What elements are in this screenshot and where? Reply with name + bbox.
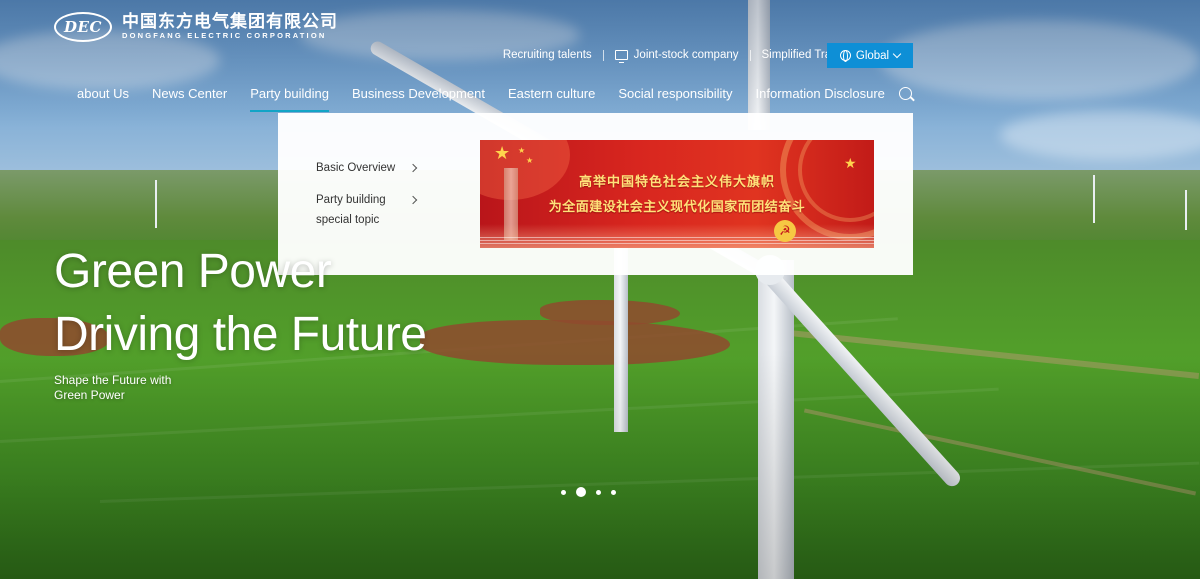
carousel-dot[interactable] xyxy=(596,489,601,495)
banner-stripes xyxy=(480,236,874,244)
dropdown-item-basic-overview[interactable]: Basic Overview xyxy=(316,158,395,178)
carousel-dot[interactable] xyxy=(611,489,616,495)
search-icon[interactable] xyxy=(899,87,912,100)
chevron-down-icon xyxy=(892,49,902,59)
nav-business-development[interactable]: Business Development xyxy=(352,86,485,112)
nav-news-center[interactable]: News Center xyxy=(152,86,227,112)
banner-slogan-line1: 高举中国特色社会主义伟大旗帜 xyxy=(578,175,775,190)
global-button[interactable]: Global xyxy=(827,43,913,68)
company-name-en: DONGFANG ELECTRIC CORPORATION xyxy=(122,31,327,40)
recruiting-link[interactable]: Recruiting talents xyxy=(503,49,592,61)
company-name-cn: 中国东方电气集团有限公司 xyxy=(122,12,338,31)
joint-stock-link[interactable]: Joint-stock company xyxy=(614,49,739,63)
company-logo[interactable]: DEC 中国东方电气集团有限公司 DONGFANG ELECTRIC CORPO… xyxy=(54,12,338,42)
hero-subtitle-line1: Shape the Future with xyxy=(54,373,172,387)
dropdown-item-label: special topic xyxy=(316,214,380,226)
star-icon: ★ xyxy=(518,146,526,155)
dropdown-item-party-building-special-topic[interactable]: Party building special topic xyxy=(316,190,386,230)
carousel-dot-active[interactable] xyxy=(576,487,586,497)
star-icon: ★ xyxy=(844,155,857,171)
globe-icon xyxy=(839,50,851,62)
nav-social-responsibility[interactable]: Social responsibility xyxy=(618,86,732,112)
nav-party-building[interactable]: Party building xyxy=(250,86,329,112)
nav-eastern-culture[interactable]: Eastern culture xyxy=(508,86,595,112)
chevron-right-icon xyxy=(408,163,418,173)
star-icon: ★ xyxy=(526,156,534,165)
hero-title-line1: Green Power xyxy=(54,245,332,298)
dropdown-item-label: Party building xyxy=(316,194,386,206)
nav-about-us[interactable]: about Us xyxy=(77,86,129,112)
hero-title-line2: Driving the Future xyxy=(54,308,427,361)
star-icon: ★ xyxy=(494,143,511,163)
party-emblem-icon: ☭ xyxy=(774,220,796,242)
carousel-pagination xyxy=(561,487,616,497)
global-label: Global xyxy=(855,49,890,62)
carousel-dot[interactable] xyxy=(561,489,566,495)
party-building-banner[interactable]: ★ ★ ★ ★ 高举中国特色社会主义伟大旗帜 为全面建设社会主义现代化国家而团结… xyxy=(480,140,874,248)
hero-title: Green Power Driving the Future xyxy=(54,240,427,366)
hero-subtitle: Shape the Future with Green Power xyxy=(54,373,171,403)
banner-slogan-line2: 为全面建设社会主义现代化国家而团结奋斗 xyxy=(548,200,806,215)
monitor-icon xyxy=(614,50,628,63)
main-nav: about Us News Center Party building Busi… xyxy=(77,86,908,112)
chevron-right-icon xyxy=(408,195,418,205)
divider xyxy=(602,49,604,61)
divider xyxy=(749,49,751,61)
nav-information-disclosure[interactable]: Information Disclosure xyxy=(756,86,885,112)
dropdown-item-label: Basic Overview xyxy=(316,162,396,174)
logo-wordmark: 中国东方电气集团有限公司 DONGFANG ELECTRIC CORPORATI… xyxy=(122,13,338,41)
dec-logo-mark: DEC xyxy=(54,12,112,42)
joint-stock-label: Joint-stock company xyxy=(633,49,739,61)
hero-subtitle-line2: Green Power xyxy=(54,388,125,402)
